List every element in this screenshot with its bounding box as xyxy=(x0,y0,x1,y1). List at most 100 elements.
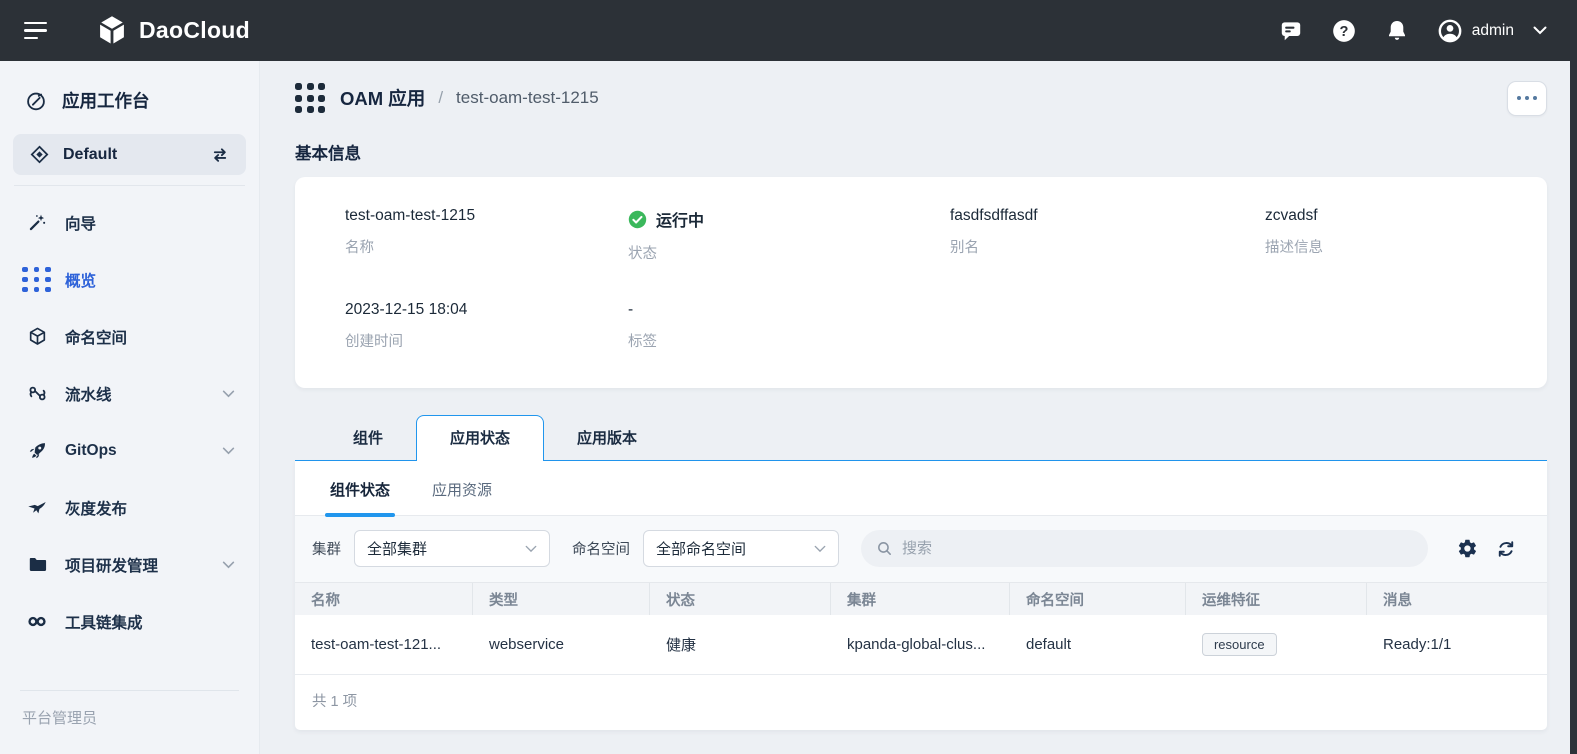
chevron-down-icon xyxy=(814,545,826,553)
topbar-actions: ? admin xyxy=(1278,18,1547,44)
tab-app-versions[interactable]: 应用版本 xyxy=(544,416,670,460)
cell-cluster: kpanda-global-clus... xyxy=(831,615,1010,674)
breadcrumb-current: test-oam-test-1215 xyxy=(456,88,599,108)
cluster-select-value: 全部集群 xyxy=(367,538,427,559)
sidebar-item-label: 流水线 xyxy=(65,383,112,405)
topbar: DaoCloud ? xyxy=(0,0,1577,61)
folder-icon xyxy=(26,554,48,576)
field-status: 运行中 状态 xyxy=(628,207,950,263)
tab-app-status[interactable]: 应用状态 xyxy=(416,415,544,461)
chevron-down-icon xyxy=(222,561,235,569)
cube-icon xyxy=(26,326,48,348)
brand-name: DaoCloud xyxy=(139,17,250,44)
grid-dots-icon xyxy=(26,269,48,291)
cell-namespace: default xyxy=(1010,615,1186,674)
compose-icon xyxy=(25,90,47,112)
namespace-select[interactable]: 全部命名空间 xyxy=(643,530,839,567)
avatar-icon xyxy=(1437,18,1463,44)
breadcrumb-separator: / xyxy=(438,88,443,108)
sidebar-item-label: 概览 xyxy=(65,269,96,291)
app-status-panel: 组件状态 应用资源 集群 全部集群 命名空间 全部命名空间 xyxy=(295,461,1547,730)
sidebar-item-gitops[interactable]: GitOps xyxy=(0,422,259,479)
chat-icon[interactable] xyxy=(1278,18,1304,44)
field-value: fasdfsdffasdf xyxy=(950,207,1265,225)
more-actions-button[interactable] xyxy=(1507,81,1547,116)
status-success-icon xyxy=(628,210,647,229)
chevron-down-icon xyxy=(1533,26,1547,35)
menu-toggle-icon[interactable] xyxy=(24,17,47,45)
namespace-filter-label: 命名空间 xyxy=(572,538,630,559)
sidebar-item-label: 项目研发管理 xyxy=(65,554,158,576)
sidebar-item-label: 命名空间 xyxy=(65,326,127,348)
cell-traits: resource xyxy=(1186,615,1367,674)
help-icon[interactable]: ? xyxy=(1331,18,1357,44)
infinity-icon xyxy=(26,611,48,633)
field-alias: fasdfsdffasdf 别名 xyxy=(950,207,1265,263)
main-content: OAM 应用 / test-oam-test-1215 基本信息 test-oa… xyxy=(260,61,1577,754)
table-header: 名称 类型 状态 集群 命名空间 运维特征 消息 xyxy=(295,582,1547,615)
sidebar-item-toolchain[interactable]: 工具链集成 xyxy=(0,593,259,650)
cluster-filter-label: 集群 xyxy=(312,538,341,559)
scrollbar[interactable] xyxy=(1570,0,1577,754)
col-message[interactable]: 消息 xyxy=(1367,583,1547,615)
workspace-name: Default xyxy=(63,146,117,164)
bird-icon xyxy=(26,497,48,519)
sidebar-item-pipeline[interactable]: 流水线 xyxy=(0,365,259,422)
col-cluster[interactable]: 集群 xyxy=(831,583,1010,615)
sidebar-item-gray-release[interactable]: 灰度发布 xyxy=(0,479,259,536)
table-row[interactable]: test-oam-test-121... webservice 健康 kpand… xyxy=(295,615,1547,675)
sidebar-item-label: 灰度发布 xyxy=(65,497,127,519)
chevron-down-icon xyxy=(525,545,537,553)
field-description: zcvadsf 描述信息 xyxy=(1265,207,1507,263)
user-name: admin xyxy=(1472,22,1514,40)
sidebar-item-namespace[interactable]: 命名空间 xyxy=(0,308,259,365)
basic-info-title: 基本信息 xyxy=(295,140,1547,164)
refresh-icon[interactable] xyxy=(1495,538,1517,560)
breadcrumb: OAM 应用 / test-oam-test-1215 xyxy=(295,75,1547,121)
search-input[interactable] xyxy=(902,540,1413,557)
field-name: test-oam-test-1215 名称 xyxy=(345,207,628,263)
field-label: 状态 xyxy=(628,242,950,263)
namespace-select-value: 全部命名空间 xyxy=(656,538,746,559)
subtab-component-status[interactable]: 组件状态 xyxy=(330,479,390,515)
chevron-down-icon xyxy=(222,447,235,455)
sidebar-item-wizard[interactable]: 向导 xyxy=(0,194,259,251)
main-tabs: 组件 应用状态 应用版本 xyxy=(295,415,1547,461)
cluster-select[interactable]: 全部集群 xyxy=(354,530,550,567)
subtab-app-resources[interactable]: 应用资源 xyxy=(432,479,492,515)
swap-workspace-icon[interactable] xyxy=(209,144,231,166)
field-label: 创建时间 xyxy=(345,330,628,351)
field-value: test-oam-test-1215 xyxy=(345,207,628,225)
tab-components[interactable]: 组件 xyxy=(320,416,416,460)
gear-icon[interactable] xyxy=(1456,538,1478,560)
field-label: 描述信息 xyxy=(1265,236,1507,257)
field-labels: - 标签 xyxy=(628,301,950,351)
col-namespace[interactable]: 命名空间 xyxy=(1010,583,1186,615)
oam-app-grid-icon xyxy=(295,83,325,113)
cell-name[interactable]: test-oam-test-121... xyxy=(295,615,473,674)
sidebar-footer-role: 平台管理员 xyxy=(20,690,239,754)
daocloud-logo-icon xyxy=(95,14,129,48)
field-label: 别名 xyxy=(950,236,1265,257)
workspace-switcher[interactable]: Default xyxy=(13,134,246,175)
search-icon xyxy=(876,540,893,557)
user-menu[interactable]: admin xyxy=(1437,18,1547,44)
basic-info-card: test-oam-test-1215 名称 运行中 xyxy=(295,177,1547,388)
status-text: 运行中 xyxy=(656,207,704,231)
search-box[interactable] xyxy=(861,530,1428,567)
field-value: - xyxy=(628,301,950,319)
sidebar-item-label: 向导 xyxy=(65,212,96,234)
notifications-bell-icon[interactable] xyxy=(1384,18,1410,44)
breadcrumb-root[interactable]: OAM 应用 xyxy=(340,85,425,111)
table-total: 共 1 项 xyxy=(295,675,1547,730)
col-name[interactable]: 名称 xyxy=(295,583,473,615)
field-value: zcvadsf xyxy=(1265,207,1507,225)
field-created-at: 2023-12-15 18:04 创建时间 xyxy=(345,301,628,351)
field-label: 名称 xyxy=(345,236,628,257)
trait-tag[interactable]: resource xyxy=(1202,633,1277,656)
col-status[interactable]: 状态 xyxy=(650,583,831,615)
col-traits[interactable]: 运维特征 xyxy=(1186,583,1367,615)
sidebar-item-overview[interactable]: 概览 xyxy=(0,251,259,308)
col-type[interactable]: 类型 xyxy=(473,583,650,615)
sidebar-item-project-management[interactable]: 项目研发管理 xyxy=(0,536,259,593)
